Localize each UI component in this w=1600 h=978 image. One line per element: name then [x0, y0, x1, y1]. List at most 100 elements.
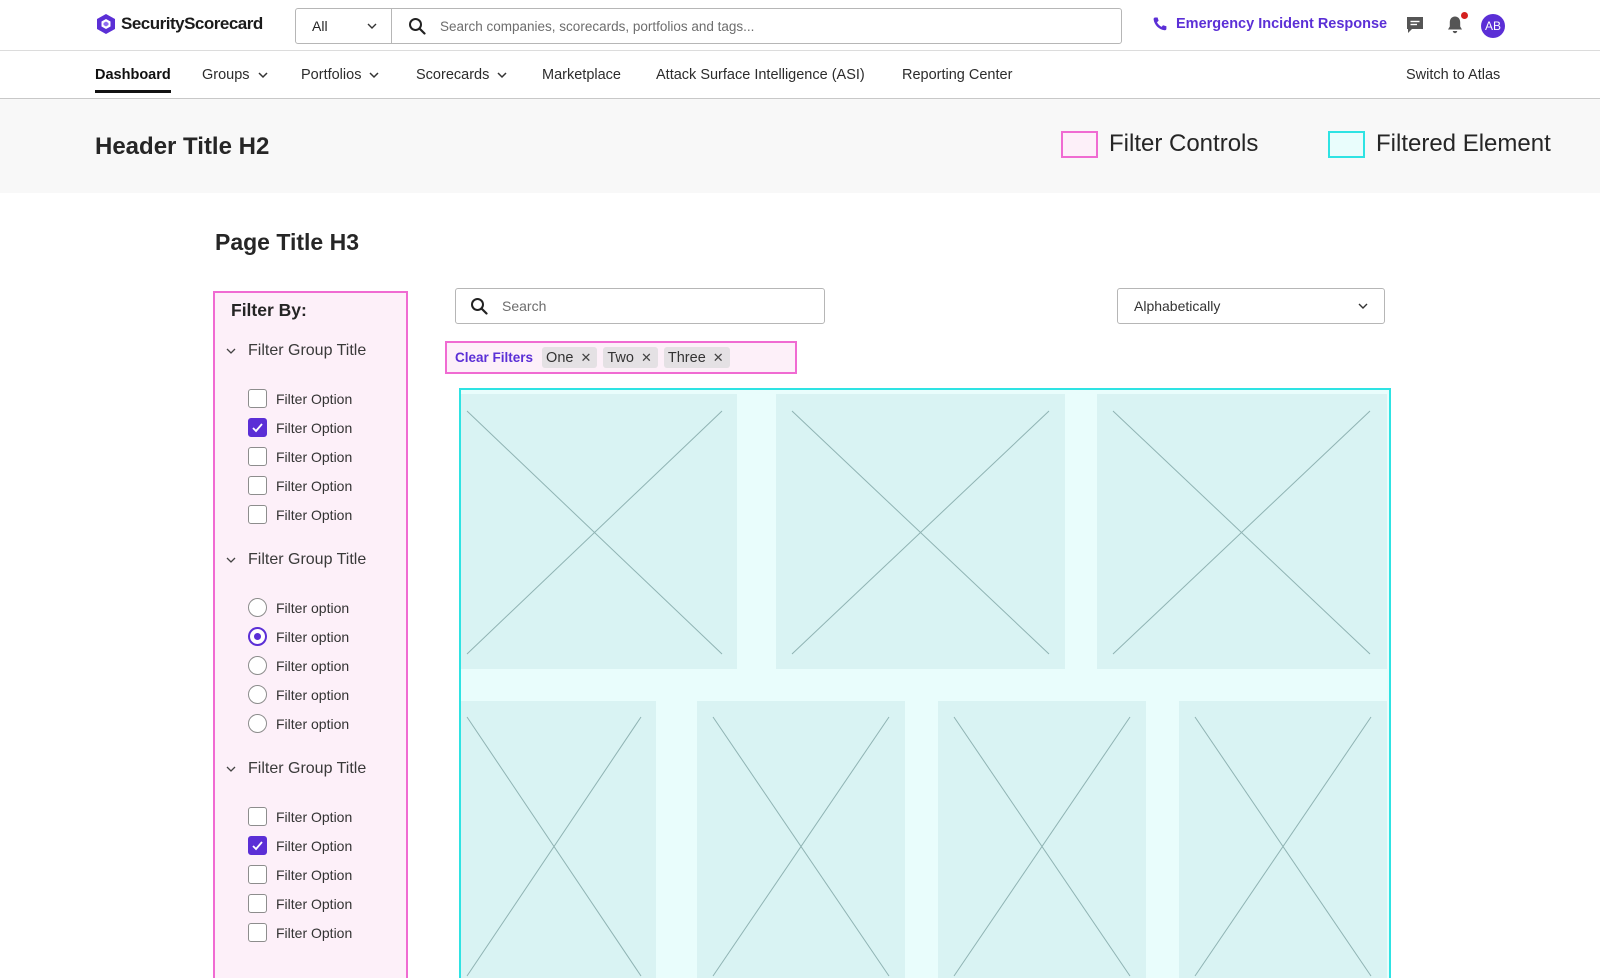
filter-heading: Filter By:	[231, 300, 307, 320]
clear-filters-button[interactable]: Clear Filters	[455, 350, 533, 365]
filter-sidebar: Filter By: Filter Group Title Filter Opt…	[213, 291, 408, 978]
filter-option[interactable]: Filter option	[248, 598, 349, 617]
chevron-down-icon	[367, 23, 377, 29]
filter-option[interactable]: Filter option	[248, 656, 349, 675]
image-placeholder-icon	[466, 410, 723, 655]
content-search-input[interactable]	[502, 298, 792, 314]
placeholder-tile[interactable]	[1097, 394, 1387, 669]
emergency-incident-link[interactable]: Emergency Incident Response	[1152, 16, 1387, 32]
placeholder-tile[interactable]	[776, 394, 1065, 669]
checkbox[interactable]	[248, 447, 267, 466]
filter-option[interactable]: Filter Option	[248, 447, 352, 466]
checkbox[interactable]	[248, 894, 267, 913]
nav-marketplace[interactable]: Marketplace	[542, 67, 621, 83]
chat-icon[interactable]	[1404, 14, 1426, 36]
image-placeholder-icon	[1194, 716, 1372, 977]
emergency-label: Emergency Incident Response	[1176, 16, 1388, 32]
filter-group-toggle[interactable]: Filter Group Title	[226, 342, 366, 360]
active-filters-bar: Clear Filters One ✕ Two ✕ Three ✕	[445, 341, 797, 374]
filtered-results-grid	[459, 388, 1391, 978]
radio[interactable]	[248, 656, 267, 675]
nav-asi[interactable]: Attack Surface Intelligence (ASI)	[656, 67, 865, 83]
search-icon	[409, 18, 426, 35]
filter-option[interactable]: Filter Option	[248, 418, 352, 437]
radio[interactable]	[248, 714, 267, 733]
placeholder-tile[interactable]	[461, 394, 737, 669]
checkbox[interactable]	[248, 923, 267, 942]
placeholder-tile[interactable]	[938, 701, 1146, 978]
header-title: Header Title H2	[95, 133, 270, 160]
close-icon[interactable]: ✕	[641, 350, 652, 366]
chevron-down-icon	[226, 557, 236, 563]
filter-option[interactable]: Filter Option	[248, 807, 352, 826]
page-title: Page Title H3	[215, 229, 360, 255]
image-placeholder-icon	[953, 716, 1131, 977]
brand-logo[interactable]: SecurityScorecard	[95, 13, 263, 35]
checkbox-checked[interactable]	[248, 418, 267, 437]
nav-groups[interactable]: Groups	[202, 67, 268, 83]
filter-option[interactable]: Filter Option	[248, 923, 352, 942]
avatar[interactable]: AB	[1481, 14, 1505, 38]
sort-value: Alphabetically	[1134, 298, 1221, 314]
check-icon	[252, 841, 263, 851]
image-placeholder-icon	[1112, 410, 1371, 655]
radio[interactable]	[248, 685, 267, 704]
filter-group-toggle[interactable]: Filter Group Title	[226, 551, 366, 569]
legend-swatch	[1328, 130, 1365, 158]
filter-option[interactable]: Filter option	[248, 714, 349, 733]
radio[interactable]	[248, 598, 267, 617]
placeholder-tile[interactable]	[461, 701, 656, 978]
nav-portfolios[interactable]: Portfolios	[301, 67, 379, 83]
filter-chip: Three ✕	[663, 347, 730, 368]
checkbox[interactable]	[248, 505, 267, 524]
search-scope-value: All	[312, 18, 328, 34]
filter-option[interactable]: Filter Option	[248, 505, 352, 524]
nav-dashboard[interactable]: Dashboard	[95, 67, 171, 93]
placeholder-tile[interactable]	[1179, 701, 1387, 978]
notification-dot	[1461, 12, 1468, 19]
filter-option[interactable]: Filter option	[248, 685, 349, 704]
filter-option[interactable]: Filter Option	[248, 865, 352, 884]
filter-option[interactable]: Filter Option	[248, 476, 352, 495]
checkbox[interactable]	[248, 807, 267, 826]
brand-name: SecurityScorecard	[121, 14, 263, 33]
legend-swatch	[1061, 130, 1098, 158]
content-search	[455, 288, 825, 324]
checkbox-checked[interactable]	[248, 836, 267, 855]
switch-to-atlas-link[interactable]: Switch to Atlas	[1406, 67, 1500, 83]
main-nav: Dashboard Groups Portfolios Scorecards M…	[0, 51, 1600, 99]
chevron-down-icon	[226, 766, 236, 772]
image-placeholder-icon	[712, 716, 890, 977]
chevron-down-icon	[369, 72, 379, 79]
placeholder-tile[interactable]	[697, 701, 905, 978]
checkbox[interactable]	[248, 865, 267, 884]
nav-scorecards[interactable]: Scorecards	[416, 67, 507, 83]
checkbox[interactable]	[248, 389, 267, 408]
chevron-down-icon	[226, 348, 236, 354]
checkbox[interactable]	[248, 476, 267, 495]
image-placeholder-icon	[466, 716, 642, 977]
legend-filtered-element: Filtered Element	[1328, 130, 1551, 158]
filter-option[interactable]: Filter Option	[248, 389, 352, 408]
close-icon[interactable]: ✕	[580, 350, 591, 366]
chevron-down-icon	[1358, 303, 1368, 309]
filter-option[interactable]: Filter Option	[248, 894, 352, 913]
filter-chip: Two ✕	[603, 347, 658, 368]
filter-group-toggle[interactable]: Filter Group Title	[226, 760, 366, 778]
close-icon[interactable]: ✕	[713, 350, 724, 366]
global-search-input[interactable]	[440, 18, 1090, 34]
page-header: Header Title H2 Filter Controls Filtered…	[0, 99, 1600, 193]
top-bar: SecurityScorecard All Emergency Incident…	[0, 0, 1600, 51]
check-icon	[252, 423, 263, 433]
filter-chip: One ✕	[542, 347, 598, 368]
filter-option[interactable]: Filter Option	[248, 836, 352, 855]
chevron-down-icon	[258, 72, 268, 79]
nav-reporting-center[interactable]: Reporting Center	[902, 67, 1012, 83]
legend-filter-controls: Filter Controls	[1061, 130, 1258, 158]
sort-select[interactable]: Alphabetically	[1117, 288, 1385, 324]
logo-icon	[97, 14, 115, 34]
search-scope-select[interactable]: All	[296, 9, 392, 43]
filter-option[interactable]: Filter option	[248, 627, 349, 646]
chevron-down-icon	[497, 72, 507, 79]
radio-selected[interactable]	[248, 627, 267, 646]
